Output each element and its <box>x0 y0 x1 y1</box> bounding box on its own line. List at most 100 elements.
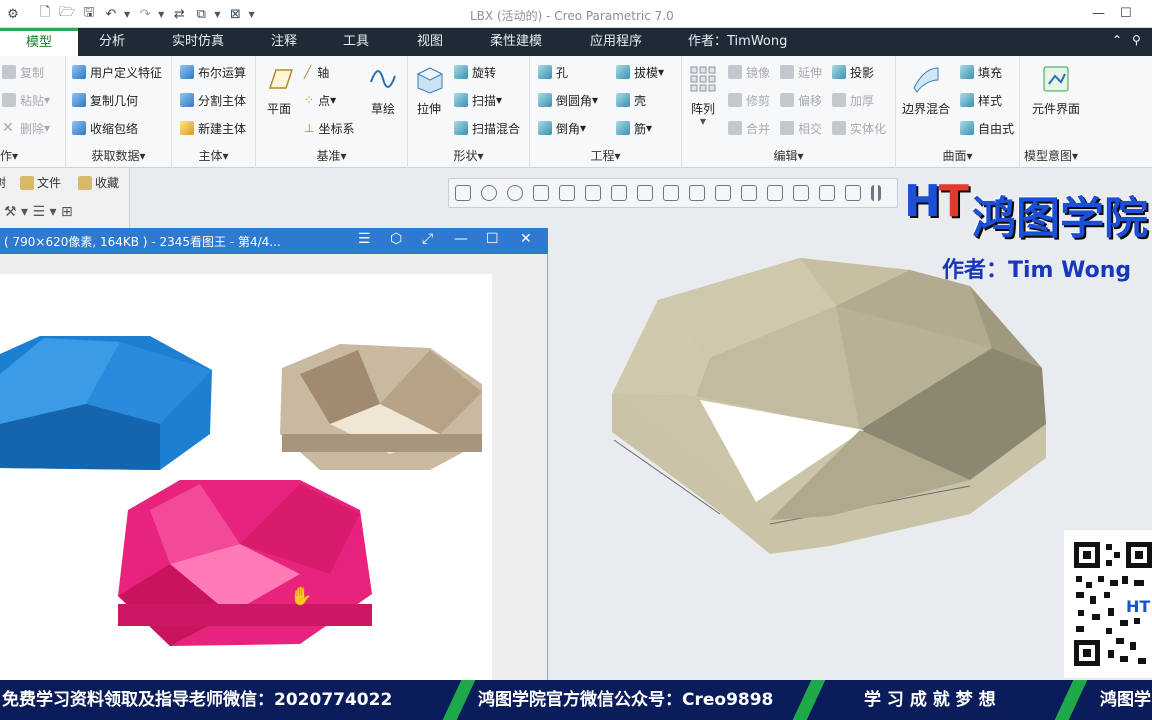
group-label[interactable]: 模型意图▾ <box>1020 147 1152 164</box>
copy-geometry-button[interactable]: 复制几何 <box>72 90 138 110</box>
spin-center-icon[interactable] <box>819 185 835 201</box>
freeform-button[interactable]: 自由式 <box>960 118 1014 138</box>
display-style-icon[interactable] <box>637 185 653 201</box>
offset-button[interactable]: 偏移 <box>780 90 822 110</box>
collapse-ribbon-icon[interactable]: ⌃ <box>1112 33 1122 47</box>
new-body-button[interactable]: 新建主体 <box>180 118 246 138</box>
undo-icon[interactable]: ↶ <box>102 5 120 23</box>
tab-author[interactable]: 作者：TimWong <box>688 28 787 56</box>
menu-icon[interactable]: ☰ <box>358 231 371 247</box>
tab-tools[interactable]: 工具 <box>330 28 382 56</box>
group-label[interactable]: 形状▾ <box>408 147 529 164</box>
split-body-button[interactable]: 分割主体 <box>180 90 246 110</box>
group-label[interactable]: 基准▾ <box>256 147 407 164</box>
group-label[interactable]: 主体▾ <box>172 147 255 164</box>
settings-icon[interactable]: ⚙ <box>4 5 22 23</box>
tab-flexible-modeling[interactable]: 柔性建模 <box>476 28 556 56</box>
boolean-button[interactable]: 布尔运算 <box>180 62 246 82</box>
pattern-button[interactable]: 阵列 ▼ <box>688 64 718 126</box>
skin-icon[interactable]: ⬡ <box>390 231 402 247</box>
mirror-button[interactable]: 镜像 <box>728 62 770 82</box>
search-icon[interactable]: ⚲ <box>1132 33 1141 47</box>
draft-button[interactable]: 拔模 ▾ <box>616 62 664 82</box>
intersect-button[interactable]: 相交 <box>780 118 822 138</box>
tab-folder-browser[interactable]: 文件 <box>20 174 61 191</box>
thicken-button[interactable]: 加厚 <box>832 90 874 110</box>
section-icon[interactable] <box>689 185 705 201</box>
extend-button[interactable]: 延伸 <box>780 62 822 82</box>
maximize-icon[interactable]: ☐ <box>1120 6 1132 21</box>
udf-button[interactable]: 用户定义特征 <box>72 62 162 82</box>
close-window-icon[interactable]: ⊠ <box>226 5 244 23</box>
chevron-down-icon[interactable]: ▼ <box>214 10 220 19</box>
sweep-button[interactable]: 扫描 ▾ <box>454 90 502 110</box>
plane-display-icon[interactable] <box>741 185 757 201</box>
group-label[interactable]: 获取数据▾ <box>66 147 171 164</box>
shell-button[interactable]: 壳 <box>616 90 646 110</box>
delete-button[interactable]: ✕ 删除 ▾ <box>2 118 50 138</box>
plane-button[interactable]: 平面 <box>264 64 294 117</box>
redo-icon[interactable]: ↷ <box>136 5 154 23</box>
group-label[interactable]: 作▾ <box>0 147 65 164</box>
tab-view[interactable]: 视图 <box>404 28 456 56</box>
open-folder-icon[interactable]: 🗁 <box>58 5 76 23</box>
csys-display-icon[interactable] <box>793 185 809 201</box>
axis-button[interactable]: ╱ 轴 <box>304 62 329 82</box>
component-interface-button[interactable]: 元件界面 <box>1032 64 1080 117</box>
tab-annotate[interactable]: 注释 <box>258 28 310 56</box>
chevron-down-icon[interactable]: ▼ <box>700 117 706 126</box>
shrinkwrap-button[interactable]: 收缩包络 <box>72 118 138 138</box>
tab-applications[interactable]: 应用程序 <box>576 28 656 56</box>
maximize-icon[interactable]: ☐ <box>486 231 499 247</box>
chevron-down-icon[interactable]: ▼ <box>158 10 164 19</box>
chevron-down-icon[interactable]: ▼ <box>124 10 130 19</box>
trim-button[interactable]: 修剪 <box>728 90 770 110</box>
csys-button[interactable]: ⊥ 坐标系 <box>304 118 354 138</box>
extrude-button[interactable]: 拉伸 <box>414 64 444 117</box>
copy-button[interactable]: 复制 <box>2 62 44 82</box>
datum-display-icon[interactable] <box>715 185 731 201</box>
chamfer-button[interactable]: 倒角 ▾ <box>538 118 586 138</box>
customize-toolbar-icon[interactable]: ▼ <box>248 10 254 19</box>
zoom-in-icon[interactable] <box>481 185 497 201</box>
sketch-button[interactable]: 草绘 <box>368 64 398 117</box>
fill-button[interactable]: 填充 <box>960 62 1002 82</box>
tab-live-simulation[interactable]: 实时仿真 <box>160 28 236 56</box>
rib-button[interactable]: 筋 ▾ <box>616 118 652 138</box>
revolve-button[interactable]: 旋转 <box>454 62 496 82</box>
tab-favorites[interactable]: 收藏 <box>78 174 119 191</box>
pause-icon[interactable] <box>871 185 881 201</box>
point-button[interactable]: ⁘ 点 ▾ <box>304 90 336 110</box>
refit-icon[interactable] <box>455 185 471 201</box>
project-button[interactable]: 投影 <box>832 62 874 82</box>
round-button[interactable]: 倒圆角 ▾ <box>538 90 598 110</box>
annotation-display-icon[interactable] <box>845 185 861 201</box>
minimize-icon[interactable]: — <box>1092 6 1105 21</box>
minimize-icon[interactable]: — <box>454 231 468 247</box>
perspective-icon[interactable] <box>663 185 679 201</box>
swept-blend-button[interactable]: 扫描混合 <box>454 118 520 138</box>
solidify-button[interactable]: 实体化 <box>832 118 886 138</box>
group-label[interactable]: 工程▾ <box>530 147 681 164</box>
point-display-icon[interactable] <box>767 185 783 201</box>
group-label[interactable]: 曲面▾ <box>896 147 1019 164</box>
tab-model[interactable]: 模型 <box>0 28 78 56</box>
fullscreen-icon[interactable]: ⤢ <box>422 231 433 247</box>
tree-settings-icon[interactable]: ⚒ ▾ ☰ ▾ ⊞ <box>4 204 73 220</box>
merge-button[interactable]: 合并 <box>728 118 770 138</box>
group-label[interactable]: 编辑▾ <box>682 147 895 164</box>
regenerate-icon[interactable]: ⇄ <box>170 5 188 23</box>
reorient-icon[interactable] <box>559 185 575 201</box>
windows-icon[interactable]: ⧉ <box>192 5 210 23</box>
zoom-out-icon[interactable] <box>507 185 523 201</box>
save-icon[interactable]: 🖫 <box>80 5 98 23</box>
tab-model-tree[interactable]: 树 <box>0 174 6 191</box>
close-icon[interactable]: ✕ <box>520 231 532 247</box>
new-file-icon[interactable]: 🗋 <box>36 5 54 23</box>
paste-button[interactable]: 粘贴 ▾ <box>2 90 50 110</box>
boundary-blend-button[interactable]: 边界混合 <box>902 64 950 117</box>
view-manager-icon[interactable] <box>611 185 627 201</box>
style-button[interactable]: 样式 <box>960 90 1002 110</box>
hole-button[interactable]: 孔 <box>538 62 568 82</box>
tab-analysis[interactable]: 分析 <box>84 28 140 56</box>
